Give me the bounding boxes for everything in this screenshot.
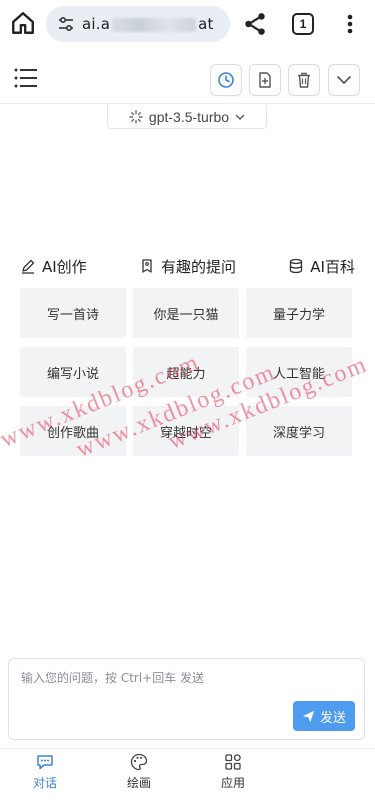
category-label: AI创作 xyxy=(42,257,87,276)
url-text: ai.a at xyxy=(82,15,214,33)
trash-icon xyxy=(298,72,310,88)
delete-button[interactable] xyxy=(288,64,320,96)
apps-icon xyxy=(225,754,241,770)
browser-toolbar: ai.a at 1 xyxy=(0,0,375,48)
tune-icon[interactable] xyxy=(58,16,74,32)
nav-label: 绘画 xyxy=(126,776,151,790)
address-bar[interactable]: ai.a at xyxy=(46,6,230,42)
prompt-card[interactable]: 穿越时空 xyxy=(133,406,239,456)
send-icon xyxy=(302,710,315,722)
prompt-card[interactable]: 你是一只猫 xyxy=(133,288,239,338)
prompt-grid: 写一首诗 你是一只猫 量子力学 编写小说 超能力 人工智能 创作歌曲 穿越时空 … xyxy=(20,288,353,456)
tag-icon xyxy=(142,259,152,273)
category-ai-creation[interactable]: AI创作 xyxy=(20,256,87,277)
send-button[interactable]: 发送 xyxy=(293,701,355,731)
nav-draw[interactable]: 绘画 xyxy=(109,753,169,791)
chevron-down-icon xyxy=(235,114,245,120)
category-label: 有趣的提问 xyxy=(160,257,236,276)
pen-icon xyxy=(22,259,35,274)
menu-icon[interactable] xyxy=(14,67,38,89)
nav-label: 应用 xyxy=(220,776,245,790)
expand-button[interactable] xyxy=(328,64,360,96)
file-plus-icon xyxy=(259,72,271,88)
prompt-card[interactable]: 人工智能 xyxy=(246,347,352,397)
clock-icon xyxy=(218,72,234,88)
bottom-nav: 对话 绘画 应用 xyxy=(0,748,375,800)
prompt-card[interactable]: 编写小说 xyxy=(20,347,126,397)
nav-apps[interactable]: 应用 xyxy=(203,753,263,791)
category-row: AI创作 有趣的提问 AI百科 xyxy=(20,254,355,278)
spinner-icon xyxy=(129,109,143,124)
model-name: gpt-3.5-turbo xyxy=(148,108,230,125)
category-ai-encyclopedia[interactable]: AI百科 xyxy=(288,256,355,277)
new-chat-button[interactable] xyxy=(249,64,281,96)
prompt-card[interactable]: 写一首诗 xyxy=(20,288,126,338)
home-icon[interactable] xyxy=(10,10,36,36)
history-button[interactable] xyxy=(210,64,242,96)
prompt-card[interactable]: 量子力学 xyxy=(246,288,352,338)
chat-input-box: 发送 xyxy=(8,658,365,740)
model-selector[interactable]: gpt-3.5-turbo xyxy=(107,105,267,129)
question-input[interactable] xyxy=(21,669,351,699)
prompt-card[interactable]: 超能力 xyxy=(133,347,239,397)
prompt-card[interactable]: 深度学习 xyxy=(246,406,352,456)
palette-icon xyxy=(130,753,148,771)
send-label: 发送 xyxy=(319,710,346,726)
url-redacted xyxy=(112,17,197,32)
nav-label: 对话 xyxy=(32,776,57,790)
app-header xyxy=(0,56,375,104)
tab-switcher-icon[interactable]: 1 xyxy=(292,13,314,35)
nav-chat[interactable]: 对话 xyxy=(15,753,75,791)
more-vert-icon[interactable] xyxy=(340,12,360,36)
prompt-card[interactable]: 创作歌曲 xyxy=(20,406,126,456)
category-label: AI百科 xyxy=(310,257,355,276)
category-fun-questions[interactable]: 有趣的提问 xyxy=(139,256,236,277)
chevron-down-icon xyxy=(337,76,351,84)
share-icon[interactable] xyxy=(242,11,268,37)
chat-icon xyxy=(37,755,53,770)
database-icon xyxy=(290,258,303,274)
